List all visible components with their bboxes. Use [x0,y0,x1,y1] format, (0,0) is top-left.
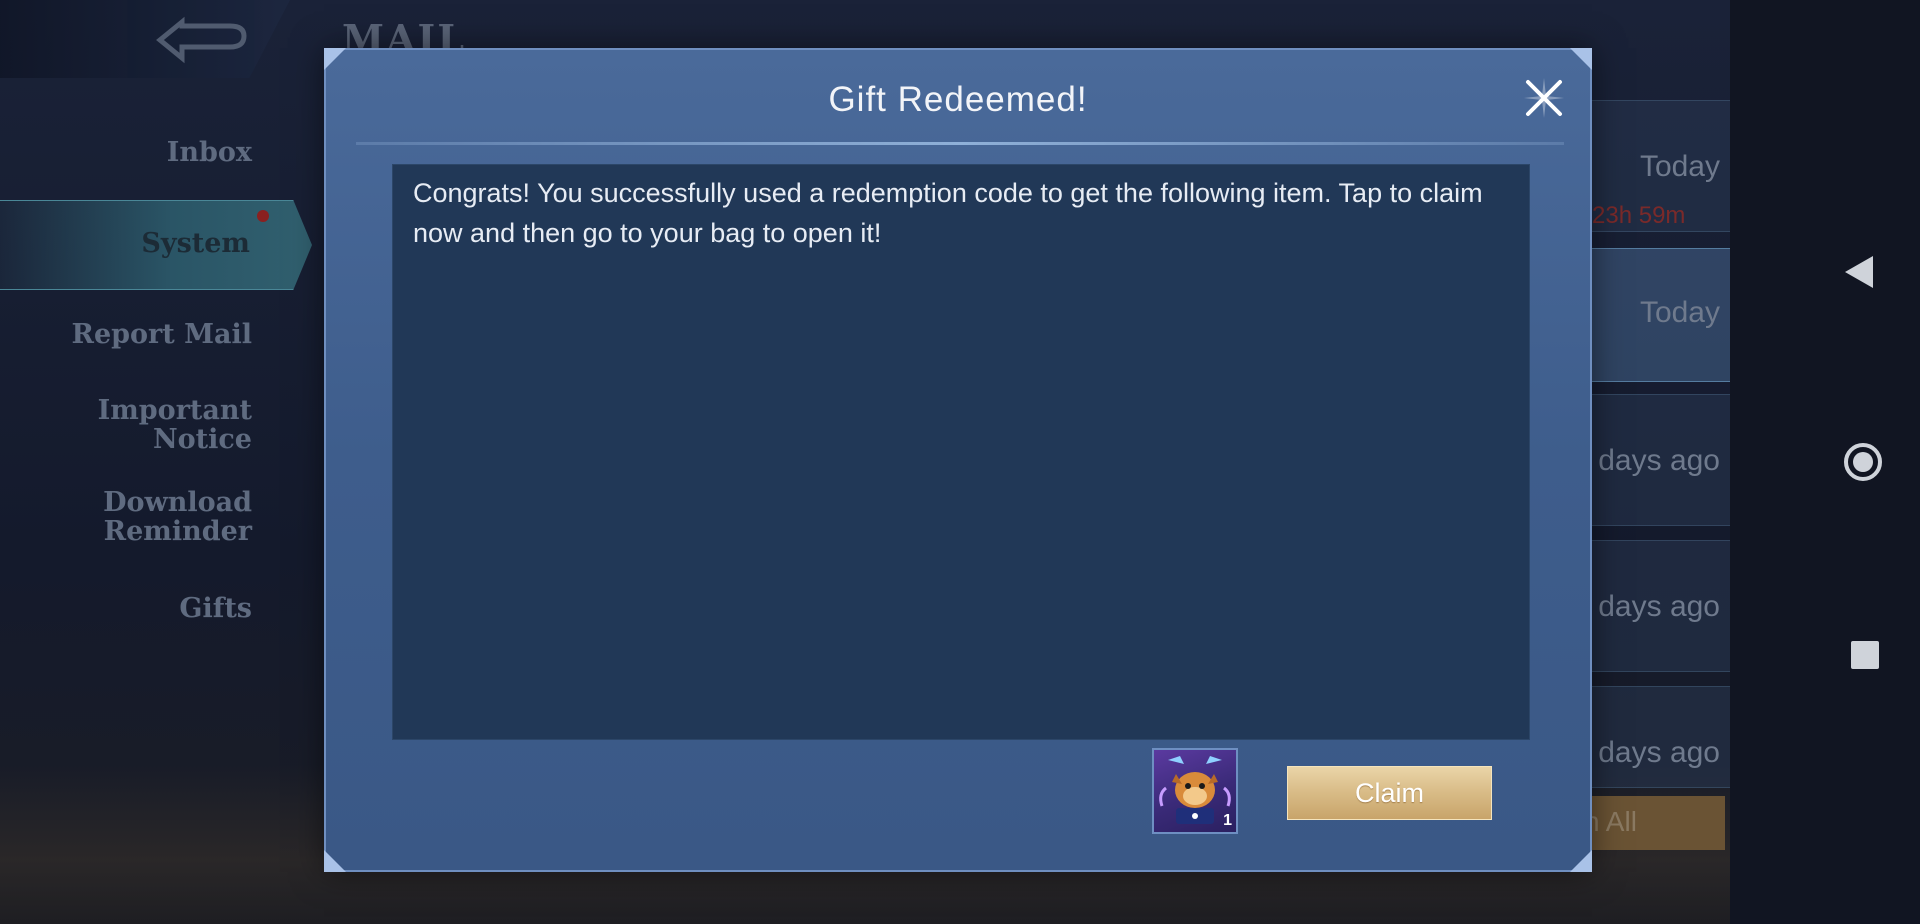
nav-recents-icon[interactable] [1851,641,1879,669]
item-count: 1 [1223,812,1232,829]
corner-ornament [324,850,346,872]
message-box: Congrats! You successfully used a redemp… [392,164,1530,740]
close-button[interactable] [1522,76,1566,120]
corner-ornament [1570,48,1592,70]
reward-item[interactable]: 1 [1152,748,1238,834]
sidebar-item-gifts[interactable]: Gifts [179,594,252,623]
mail-time: days ago [1598,736,1720,769]
back-button[interactable] [0,0,290,78]
corner-ornament [324,48,346,70]
sidebar-item-report-mail[interactable]: Report Mail [72,320,253,349]
nav-home-icon[interactable] [1844,443,1882,481]
close-icon [1524,78,1564,118]
back-arrow-icon [156,16,247,64]
sidebar-item-important-notice[interactable]: Important Notice [92,396,252,454]
dialog-title: Gift Redeemed! [828,80,1088,119]
android-nav-bar [1730,0,1920,924]
sidebar-item-download-reminder[interactable]: Download Reminder [82,488,252,546]
claim-button[interactable]: Claim [1287,766,1492,820]
message-text: Congrats! You successfully used a redemp… [413,178,1483,248]
mail-time: Today [1639,150,1720,183]
mail-time: days ago [1598,590,1720,623]
sidebar-item-inbox[interactable]: Inbox [167,138,252,167]
gift-redeemed-dialog: Gift Redeemed! Congrats! You successfull… [324,48,1592,872]
mail-time: Today [1639,296,1720,329]
title-divider [356,142,1564,145]
nav-back-icon[interactable] [1845,256,1873,288]
mail-time: days ago [1598,444,1720,477]
corner-ornament [1570,850,1592,872]
sidebar-item-system[interactable]: System [141,228,250,259]
notification-dot [257,210,269,222]
